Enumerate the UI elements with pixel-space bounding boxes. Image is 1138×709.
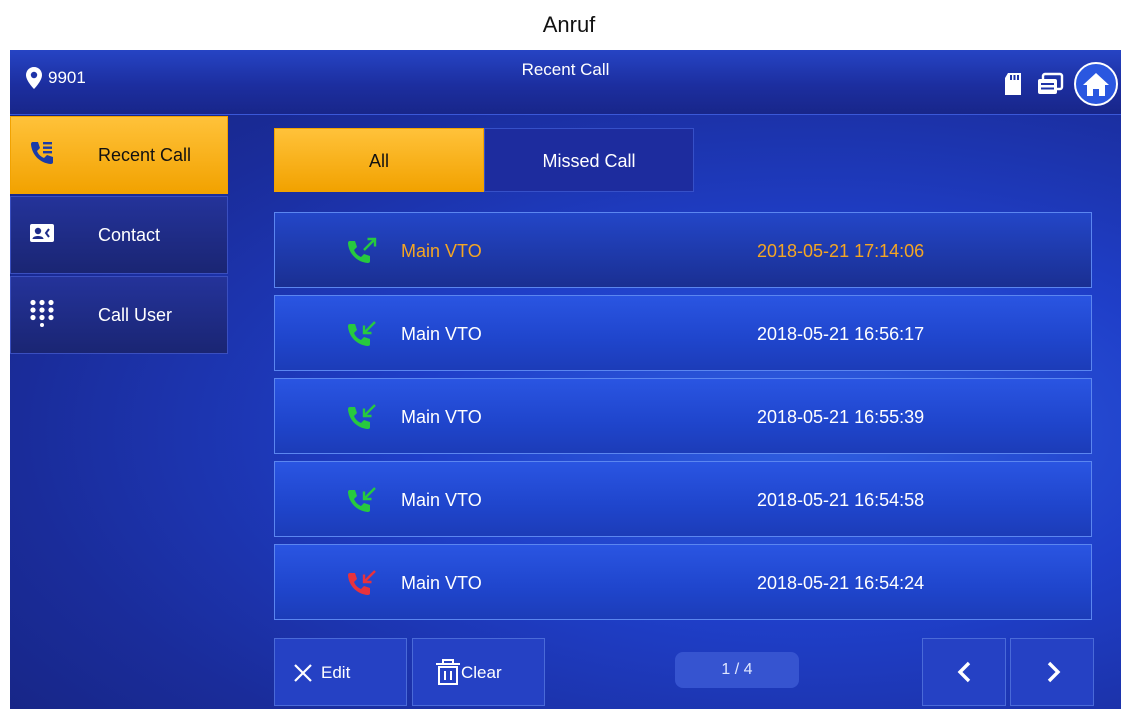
page-title: Recent Call [521, 60, 610, 79]
sidebar-item-label: Contact [98, 225, 161, 245]
top-bar: 9901 Recent Call [10, 50, 1121, 115]
sidebar-item-call-user[interactable]: Call User [10, 276, 228, 354]
call-time: 2018-05-21 16:56:17 [757, 324, 925, 344]
next-page-button[interactable] [1010, 638, 1094, 706]
tab-all[interactable]: All [274, 128, 484, 192]
clear-button[interactable]: Clear [412, 638, 545, 706]
clear-label: Clear [461, 663, 502, 682]
call-filter-tabs: All Missed Call [274, 128, 694, 192]
call-row[interactable]: Main VTO 2018-05-21 16:55:39 [274, 378, 1092, 454]
close-icon [294, 664, 312, 682]
call-row[interactable]: Main VTO 2018-05-21 16:54:24 [274, 544, 1092, 620]
missed-call-icon [348, 570, 376, 595]
contact-card-icon [30, 224, 54, 242]
edit-label: Edit [321, 663, 351, 682]
sidebar-item-contact[interactable]: Contact [10, 196, 228, 274]
edit-button[interactable]: Edit [274, 638, 407, 706]
incoming-call-icon [348, 404, 376, 429]
previous-page-button[interactable] [922, 638, 1006, 706]
incoming-call-icon [348, 487, 376, 512]
recent-call-icon [31, 142, 53, 164]
page-caption: Anruf [542, 12, 596, 37]
call-row[interactable]: Main VTO 2018-05-21 17:14:06 [274, 212, 1092, 288]
caller-name: Main VTO [401, 324, 482, 344]
page-indicator: 1 / 4 [675, 652, 799, 688]
call-time: 2018-05-21 16:54:24 [757, 573, 925, 593]
chevron-right-icon [1047, 661, 1061, 683]
message-icon[interactable] [1036, 72, 1064, 98]
intercom-screen: 9901 Recent Call Recent Call Contact Cal… [10, 50, 1121, 709]
outgoing-call-icon [348, 237, 377, 263]
call-time: 2018-05-21 16:55:39 [757, 407, 925, 427]
caller-name: Main VTO [401, 573, 482, 593]
trash-icon [436, 659, 460, 685]
sidebar-item-recent-call[interactable]: Recent Call [10, 116, 228, 194]
caller-name: Main VTO [401, 490, 482, 510]
home-icon[interactable] [1074, 62, 1118, 106]
tab-missed-call[interactable]: Missed Call [484, 128, 694, 192]
call-row[interactable]: Main VTO 2018-05-21 16:54:58 [274, 461, 1092, 537]
chevron-left-icon [957, 661, 971, 683]
incoming-call-icon [348, 321, 376, 346]
caller-name: Main VTO [401, 407, 482, 427]
dialpad-icon [30, 299, 54, 327]
call-time: 2018-05-21 16:54:58 [757, 490, 925, 510]
caller-name: Main VTO [401, 241, 482, 261]
sd-card-icon [1005, 73, 1021, 95]
call-row[interactable]: Main VTO 2018-05-21 16:56:17 [274, 295, 1092, 371]
sidebar-item-label: Recent Call [98, 145, 192, 165]
sidebar-item-label: Call User [98, 305, 173, 325]
call-time: 2018-05-21 17:14:06 [757, 241, 925, 261]
sidebar: Recent Call Contact Call User [10, 116, 228, 356]
